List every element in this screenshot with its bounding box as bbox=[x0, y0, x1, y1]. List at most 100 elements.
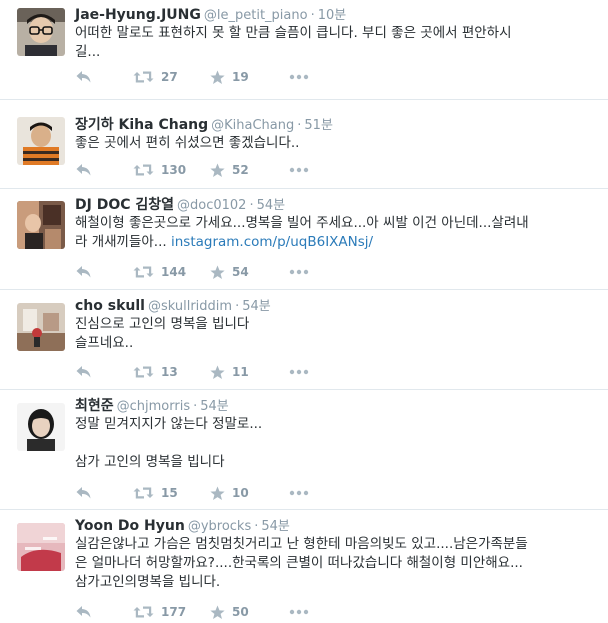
tweet-item[interactable]: 장기하 Kiha Chang @KihaChang · 51분 좋은 곳에서 편히 쉬… bbox=[0, 110, 608, 189]
tweet-actions: 177 50 bbox=[75, 603, 309, 621]
favorite-count: 54 bbox=[232, 265, 249, 279]
tweet-text: 진심으로 고인의 명복을 빕니다 슬프네요.. bbox=[75, 315, 575, 353]
favorite-button[interactable]: 54 bbox=[210, 265, 289, 280]
retweet-count: 130 bbox=[161, 163, 187, 177]
retweet-button[interactable]: 144 bbox=[133, 265, 210, 279]
tweet-item[interactable]: DJ DOC 김창열 @doc0102 · 54분 해철이형 좋은곳으로 가세요...… bbox=[0, 190, 608, 290]
tweet-text-line: 라 개새끼들아... instagram.com/p/uqB6IXANsj/ bbox=[75, 233, 575, 252]
separator-dot: · bbox=[249, 198, 254, 213]
separator-dot: · bbox=[297, 118, 302, 133]
author-name[interactable]: 최현준 bbox=[75, 398, 114, 414]
reply-button[interactable] bbox=[75, 163, 133, 177]
author-handle[interactable]: @skullriddim bbox=[148, 299, 232, 314]
star-icon bbox=[210, 605, 225, 619]
tweet-item[interactable]: Jae-Hyung.JUNG @le_petit_piano · 10분 어떠한 말로… bbox=[0, 0, 608, 100]
avatar[interactable] bbox=[17, 403, 65, 451]
more-button[interactable] bbox=[289, 269, 309, 275]
retweet-button[interactable]: 177 bbox=[133, 605, 210, 619]
reply-button[interactable] bbox=[75, 605, 133, 619]
author-name[interactable]: Yoon Do Hyun bbox=[75, 518, 185, 534]
star-icon bbox=[210, 365, 225, 379]
more-dots-icon bbox=[289, 609, 309, 615]
tweet-text-line: 삼가 고인의 명복을 빕니다 bbox=[75, 454, 225, 470]
more-button[interactable] bbox=[289, 609, 309, 615]
star-icon bbox=[210, 486, 225, 500]
more-dots-icon bbox=[289, 490, 309, 496]
separator-dot: · bbox=[235, 299, 240, 314]
favorite-count: 50 bbox=[232, 605, 249, 619]
tweet-text-line: 삼가고인의명복을 빕니다. bbox=[75, 574, 221, 590]
tweet-timestamp[interactable]: 10분 bbox=[318, 8, 347, 23]
tweet-item[interactable]: 최현준 @chjmorris · 54분 정말 믿겨지지가 않는다 정말로... 삼가… bbox=[0, 391, 608, 510]
tweet-text-line: 실감은않나고 가슴은 멈칫멈칫거리고 난 형한테 마음의빚도 있고....남은가… bbox=[75, 536, 528, 552]
favorite-button[interactable]: 11 bbox=[210, 365, 289, 380]
instagram-link[interactable]: instagram.com/p/uqB6IXANsj/ bbox=[171, 234, 373, 250]
favorite-button[interactable]: 50 bbox=[210, 605, 289, 620]
retweet-count: 144 bbox=[161, 265, 187, 279]
tweet-text-line: 해철이형 좋은곳으로 가세요...명복을 빌어 주세요...아 씨발 이건 아닌… bbox=[75, 215, 529, 231]
reply-button[interactable] bbox=[75, 486, 133, 500]
avatar[interactable] bbox=[17, 201, 65, 249]
more-button[interactable] bbox=[289, 369, 309, 375]
retweet-icon bbox=[133, 71, 154, 83]
more-dots-icon bbox=[289, 269, 309, 275]
favorite-count: 52 bbox=[232, 163, 249, 177]
more-dots-icon bbox=[289, 167, 309, 173]
reply-icon bbox=[76, 606, 91, 618]
author-handle[interactable]: @chjmorris bbox=[117, 399, 190, 414]
avatar[interactable] bbox=[17, 303, 65, 351]
reply-button[interactable] bbox=[75, 265, 133, 279]
more-button[interactable] bbox=[289, 167, 309, 173]
tweet-text: 좋은 곳에서 편히 쉬셨으면 좋겠습니다.. bbox=[75, 134, 575, 153]
retweet-button[interactable]: 130 bbox=[133, 163, 210, 177]
retweet-button[interactable]: 15 bbox=[133, 486, 210, 500]
retweet-button[interactable]: 13 bbox=[133, 365, 210, 379]
retweet-icon bbox=[133, 164, 154, 176]
more-button[interactable] bbox=[289, 490, 309, 496]
author-name[interactable]: DJ DOC 김창열 bbox=[75, 197, 174, 213]
avatar[interactable] bbox=[17, 8, 65, 56]
avatar[interactable] bbox=[17, 117, 65, 165]
reply-button[interactable] bbox=[75, 365, 133, 379]
star-icon bbox=[210, 163, 225, 177]
tweet-item[interactable]: Yoon Do Hyun @ybrocks · 54분 실감은않나고 가슴은 멈칫멈칫… bbox=[0, 511, 608, 623]
tweet-timestamp[interactable]: 54분 bbox=[200, 399, 229, 414]
author-name[interactable]: 장기하 Kiha Chang bbox=[75, 117, 208, 133]
tweet-timestamp[interactable]: 54분 bbox=[261, 519, 290, 534]
author-name[interactable]: Jae-Hyung.JUNG bbox=[75, 7, 201, 23]
author-handle[interactable]: @KihaChang bbox=[211, 118, 294, 133]
retweet-count: 13 bbox=[161, 365, 178, 379]
reply-icon bbox=[76, 487, 91, 499]
tweet-timestamp[interactable]: 54분 bbox=[257, 198, 286, 213]
favorite-button[interactable]: 10 bbox=[210, 486, 289, 501]
retweet-count: 177 bbox=[161, 605, 187, 619]
author-name[interactable]: cho skull bbox=[75, 298, 145, 314]
reply-icon bbox=[76, 266, 91, 278]
tweet-item[interactable]: cho skull @skullriddim · 54분 진심으로 고인의 명복을 빕… bbox=[0, 291, 608, 390]
tweet-timestamp[interactable]: 51분 bbox=[304, 118, 333, 133]
tweet-text: 어떠한 말로도 표현하지 못 할 만큼 슬픔이 큽니다. 부디 좋은 곳에서 편… bbox=[75, 24, 575, 62]
favorite-count: 10 bbox=[232, 486, 249, 500]
tweet-text-line: 은 얼마나더 허망할까요?....한국록의 큰별이 떠나갔습니다 해철이형 미안… bbox=[75, 555, 523, 571]
tweet-text: 정말 믿겨지지가 않는다 정말로... 삼가 고인의 명복을 빕니다 bbox=[75, 415, 575, 472]
reply-button[interactable] bbox=[75, 70, 133, 84]
tweet-timestamp[interactable]: 54분 bbox=[242, 299, 271, 314]
retweet-icon bbox=[133, 266, 154, 278]
reply-icon bbox=[76, 366, 91, 378]
more-button[interactable] bbox=[289, 74, 309, 80]
tweet-text-line: 좋은 곳에서 편히 쉬셨으면 좋겠습니다.. bbox=[75, 135, 300, 151]
favorite-button[interactable]: 52 bbox=[210, 163, 289, 178]
favorite-count: 19 bbox=[232, 70, 249, 84]
favorite-button[interactable]: 19 bbox=[210, 70, 289, 85]
reply-icon bbox=[76, 164, 91, 176]
author-handle[interactable]: @doc0102 bbox=[177, 198, 246, 213]
author-handle[interactable]: @le_petit_piano bbox=[204, 8, 308, 23]
separator-dot: · bbox=[310, 8, 315, 23]
avatar[interactable] bbox=[17, 523, 65, 571]
retweet-button[interactable]: 27 bbox=[133, 70, 210, 84]
retweet-icon bbox=[133, 366, 154, 378]
author-handle[interactable]: @ybrocks bbox=[188, 519, 251, 534]
separator-dot: · bbox=[254, 519, 259, 534]
tweet-text: 해철이형 좋은곳으로 가세요...명복을 빌어 주세요...아 씨발 이건 아닌… bbox=[75, 214, 575, 252]
